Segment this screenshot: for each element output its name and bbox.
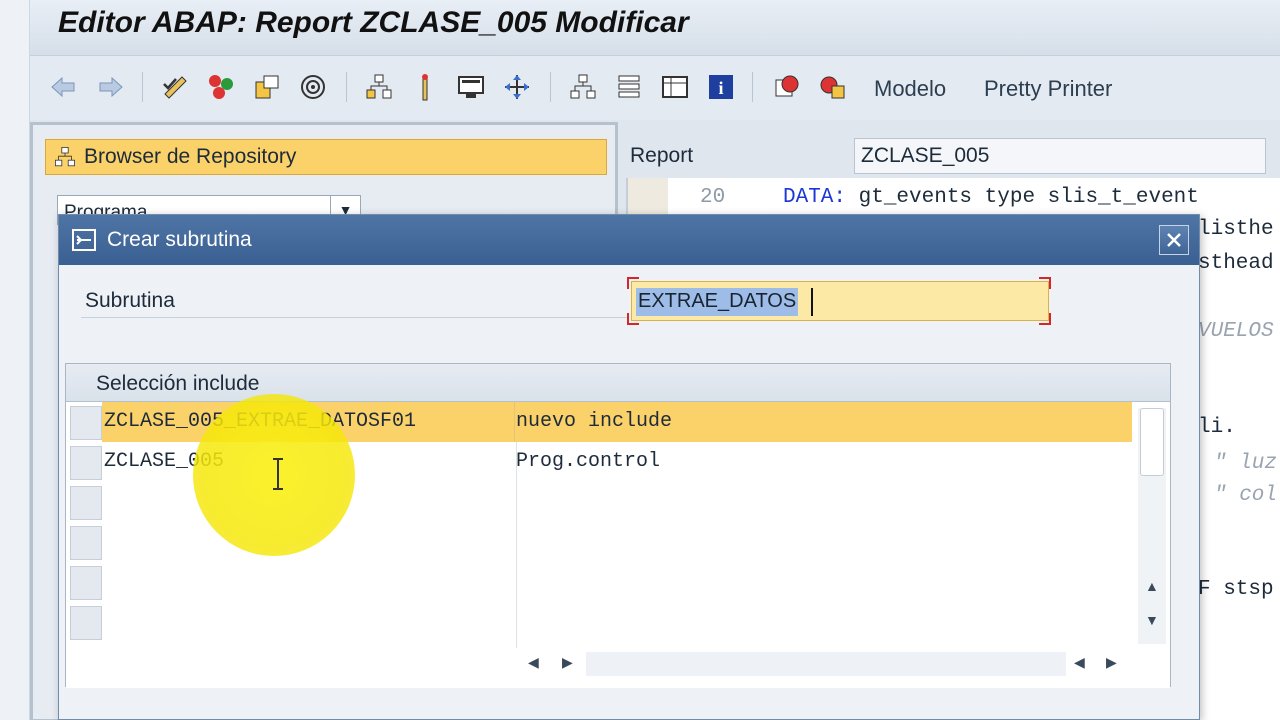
code-line: F stsp [1198, 578, 1274, 601]
edit-window-icon [72, 229, 96, 251]
row-selector[interactable] [70, 406, 102, 440]
text-caret [811, 288, 813, 316]
row-selector[interactable] [70, 606, 102, 640]
left-window-strip [0, 0, 30, 720]
field-underline [81, 317, 629, 318]
modelo-button[interactable]: Modelo [874, 76, 946, 102]
report-label: Report [630, 144, 694, 167]
focus-corner [627, 313, 639, 325]
display-change-icon[interactable] [250, 70, 284, 104]
application-toolbar: i Modelo Pretty Printer [30, 56, 1280, 120]
include-description-cell: nuevo include [516, 410, 673, 433]
subroutine-label: Subrutina [85, 289, 175, 312]
where-used-icon[interactable] [296, 70, 330, 104]
info-icon[interactable]: i [704, 70, 738, 104]
row-selector[interactable] [70, 526, 102, 560]
insert-icon[interactable] [408, 70, 442, 104]
subroutine-input[interactable]: EXTRAE_DATOS [631, 281, 1049, 321]
title-bar: Editor ABAP: Report ZCLASE_005 Modificar [30, 0, 1280, 56]
scroll-up-icon[interactable]: ▲ [1145, 578, 1159, 594]
screen-icon[interactable] [454, 70, 488, 104]
move-icon[interactable] [500, 70, 534, 104]
include-selection-header: Selección include [66, 364, 1170, 402]
scroll-right-icon[interactable]: ▶ [562, 654, 573, 671]
dialog-title: Crear subrutina [107, 228, 252, 251]
scroll-thumb[interactable] [1140, 408, 1164, 476]
code-line: DATA: gt_events type slis_t_event [783, 186, 1199, 209]
vertical-scrollbar[interactable]: ▲ ▼ [1138, 408, 1166, 644]
hierarchy-icon [55, 147, 75, 167]
svg-text:i: i [718, 78, 723, 98]
include-description-cell: Prog.control [516, 450, 661, 473]
stack-icon[interactable] [612, 70, 646, 104]
focus-corner [1039, 313, 1051, 325]
hierarchy-icon[interactable] [566, 70, 600, 104]
code-line: listhe [1198, 218, 1274, 241]
code-line: " luz [1214, 452, 1278, 475]
repository-browser-header[interactable]: Browser de Repository [45, 139, 607, 175]
dialog-title-bar: Crear subrutina [59, 215, 1199, 265]
pretty-printer-button[interactable]: Pretty Printer [984, 76, 1112, 102]
text-cursor-icon [273, 458, 283, 490]
code-line: VUELOS [1198, 320, 1274, 343]
object-list-icon[interactable] [362, 70, 396, 104]
scroll-right-icon[interactable]: ▶ [1106, 654, 1117, 671]
row-selector[interactable] [70, 446, 102, 480]
forward-arrow-icon[interactable] [94, 70, 128, 104]
horizontal-scrollbar[interactable] [586, 652, 1066, 676]
scroll-left-icon[interactable]: ◀ [528, 654, 539, 671]
code-line: " col [1214, 484, 1278, 507]
subroutine-input-value: EXTRAE_DATOS [636, 288, 799, 316]
close-button[interactable] [1159, 225, 1189, 255]
activate-icon[interactable] [204, 70, 238, 104]
window-title: Editor ABAP: Report ZCLASE_005 Modificar [58, 6, 689, 39]
include-selection-title: Selección include [96, 372, 260, 395]
scroll-down-icon[interactable]: ▼ [1145, 612, 1159, 628]
report-name-field[interactable]: ZCLASE_005 [854, 138, 1266, 174]
row-selector[interactable] [70, 566, 102, 600]
table-icon[interactable] [658, 70, 692, 104]
check-icon[interactable] [158, 70, 192, 104]
breakpoint-icon[interactable] [770, 70, 804, 104]
row-selector[interactable] [70, 486, 102, 520]
watchpoint-icon[interactable] [816, 70, 850, 104]
scroll-left-icon[interactable]: ◀ [1074, 654, 1085, 671]
focus-corner [627, 277, 639, 289]
back-arrow-icon[interactable] [46, 70, 80, 104]
code-line: li. [1198, 416, 1236, 439]
focus-corner [1039, 277, 1051, 289]
repository-browser-title: Browser de Repository [84, 145, 297, 168]
code-line: sthead [1198, 252, 1274, 275]
close-icon [1167, 233, 1181, 247]
line-number: 20 [700, 186, 726, 209]
